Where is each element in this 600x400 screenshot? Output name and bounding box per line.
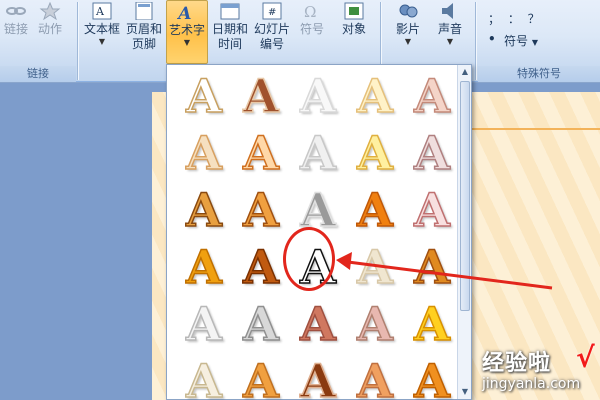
symbol-button[interactable]: Ω 符号 xyxy=(294,0,330,64)
header-footer-button[interactable]: 页眉和 页脚 xyxy=(124,0,164,64)
wordart-style-item[interactable]: A xyxy=(177,182,231,238)
ribbon-separator xyxy=(77,2,78,80)
slide-decoration-line xyxy=(470,128,600,130)
calendar-icon xyxy=(220,3,240,20)
wordart-style-item[interactable]: A xyxy=(291,353,345,400)
hyperlink-label: 链接 xyxy=(3,22,28,36)
sound-label: 声音 xyxy=(437,22,462,36)
special-symbols-group-label: 特殊符号 xyxy=(478,66,600,82)
wordart-style-item[interactable]: A xyxy=(348,125,402,181)
textbox-icon: A xyxy=(92,2,112,20)
wordart-style-item[interactable]: A xyxy=(291,125,345,181)
watermark-title: 经验啦 xyxy=(482,351,552,376)
chevron-down-icon: ▼ xyxy=(531,38,538,47)
movie-label: 影片 xyxy=(395,22,420,36)
symbol-dropdown-label: 符号 xyxy=(504,34,529,48)
wordart-style-item[interactable]: A xyxy=(348,296,402,352)
chain-link-icon xyxy=(6,7,26,15)
bullet-symbol[interactable]: • xyxy=(488,32,496,46)
wordart-style-item[interactable]: A xyxy=(177,296,231,352)
wordart-button[interactable]: A 艺术字 ▼ xyxy=(166,0,208,64)
star-action-icon xyxy=(39,2,61,20)
links-group: 链接 动作 链接 xyxy=(0,0,76,82)
wordart-style-item[interactable]: A xyxy=(405,239,459,295)
header-footer-icon xyxy=(135,2,153,20)
wordart-style-item[interactable]: A xyxy=(234,125,288,181)
action-label: 动作 xyxy=(37,22,62,36)
scroll-thumb[interactable] xyxy=(460,81,470,311)
wordart-style-item[interactable]: A xyxy=(234,353,288,400)
wordart-style-item[interactable]: A xyxy=(348,182,402,238)
highlight-circle xyxy=(283,227,335,291)
checkmark-icon: √ xyxy=(576,341,595,374)
chevron-down-icon: ▼ xyxy=(404,37,412,46)
wordart-style-item[interactable]: A xyxy=(348,353,402,400)
wordart-style-item[interactable]: A xyxy=(291,68,345,124)
wordart-style-item[interactable]: A xyxy=(234,68,288,124)
datetime-label-1: 日期和 xyxy=(211,22,248,36)
wordart-style-item[interactable]: A xyxy=(177,125,231,181)
symbol-label: 符号 xyxy=(299,22,324,36)
textbox-label: 文本框 xyxy=(83,22,120,36)
svg-text:A: A xyxy=(95,5,105,18)
slide-number-label-2: 编号 xyxy=(259,37,284,51)
movie-button[interactable]: 影片 ▼ xyxy=(388,0,428,64)
svg-text:A: A xyxy=(176,4,194,21)
header-footer-label-1: 页眉和 xyxy=(125,22,162,36)
symbol-dropdown[interactable]: 符号 ▼ xyxy=(504,32,538,49)
datetime-button[interactable]: 日期和 时间 xyxy=(210,0,250,64)
textbox-button[interactable]: A 文本框 ▼ xyxy=(82,0,122,64)
chevron-down-icon: ▼ xyxy=(98,37,106,46)
wordart-style-item[interactable]: A xyxy=(405,182,459,238)
wordart-style-item[interactable]: A xyxy=(177,353,231,400)
action-button[interactable]: 动作 xyxy=(34,0,66,64)
scroll-down-arrow-icon[interactable]: ▼ xyxy=(459,385,471,399)
datetime-label-2: 时间 xyxy=(217,37,242,51)
wordart-style-item[interactable]: A xyxy=(348,68,402,124)
slide-number-icon: # xyxy=(262,2,282,20)
svg-text:Ω: Ω xyxy=(304,3,316,20)
gallery-scrollbar[interactable]: ▲ ▼ xyxy=(457,65,471,399)
wordart-style-item[interactable]: A xyxy=(234,182,288,238)
wordart-label: 艺术字 xyxy=(168,23,205,37)
watermark-url: jingyanla.com xyxy=(482,376,581,392)
chevron-down-icon: ▼ xyxy=(446,37,454,46)
chevron-down-icon: ▼ xyxy=(183,38,191,47)
film-icon xyxy=(399,4,418,18)
header-footer-label-2: 页脚 xyxy=(131,37,156,51)
wordart-style-item[interactable]: A xyxy=(405,353,459,400)
wordart-icon: A xyxy=(176,4,194,21)
speaker-icon xyxy=(442,3,453,19)
scroll-up-arrow-icon[interactable]: ▲ xyxy=(459,65,471,79)
slide-number-button[interactable]: # 幻灯片 编号 xyxy=(252,0,292,64)
slide-number-label-1: 幻灯片 xyxy=(253,22,290,36)
sound-button[interactable]: 声音 ▼ xyxy=(430,0,470,64)
wordart-style-item[interactable]: A xyxy=(234,296,288,352)
wordart-style-item[interactable]: A xyxy=(405,125,459,181)
wordart-style-item[interactable]: A xyxy=(177,68,231,124)
watermark: 经验啦 √ jingyanla.com xyxy=(476,341,600,400)
wordart-style-item[interactable]: A xyxy=(177,239,231,295)
wordart-style-item[interactable]: A xyxy=(348,239,402,295)
object-button[interactable]: 对象 xyxy=(334,0,374,64)
links-group-label: 链接 xyxy=(0,66,76,82)
object-label: 对象 xyxy=(341,22,366,36)
special-symbols-group: ； ： ？ • 符号 ▼ 特殊符号 xyxy=(478,0,600,82)
wordart-style-item[interactable]: A xyxy=(405,68,459,124)
svg-text:#: # xyxy=(268,7,276,18)
object-icon xyxy=(344,2,364,20)
hyperlink-button[interactable]: 链接 xyxy=(0,0,32,64)
ribbon-separator xyxy=(475,2,476,80)
omega-icon: Ω xyxy=(304,3,316,20)
wordart-style-item[interactable]: A xyxy=(405,296,459,352)
wordart-style-item[interactable]: A xyxy=(234,239,288,295)
punctuation-row[interactable]: ； ： ？ xyxy=(488,10,542,27)
wordart-style-item[interactable]: A xyxy=(291,296,345,352)
